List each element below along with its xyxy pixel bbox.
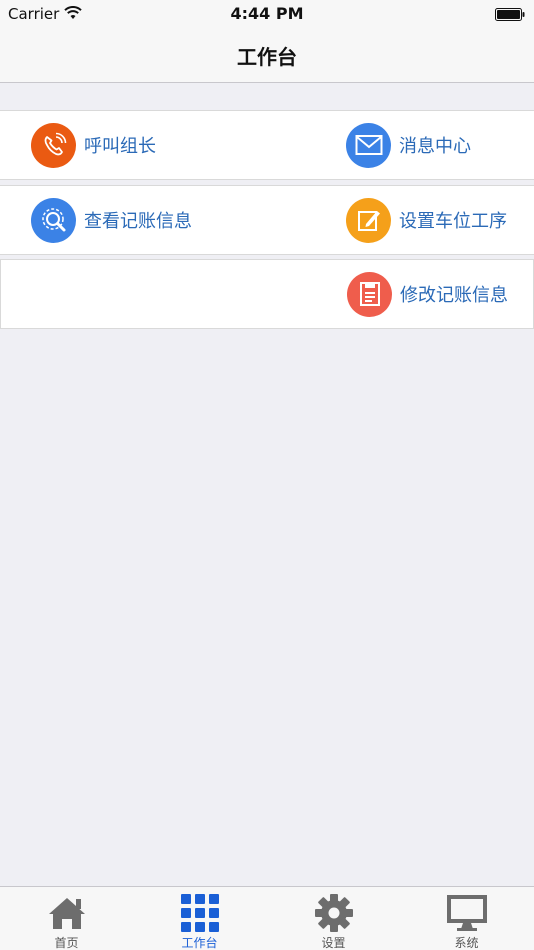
home-icon bbox=[46, 892, 88, 933]
status-time: 4:44 PM bbox=[230, 4, 304, 23]
tab-workbench-label: 工作台 bbox=[181, 936, 218, 950]
status-bar: Carrier 4:44 PM bbox=[0, 0, 534, 28]
tab-workbench[interactable]: 工作台 bbox=[133, 887, 266, 950]
grid-row: 修改记账信息 bbox=[0, 259, 534, 329]
gear-icon bbox=[313, 892, 355, 933]
tab-bar: 首页 工作台 设置 系统 bbox=[0, 886, 534, 950]
message-center-label: 消息中心 bbox=[399, 136, 471, 157]
tab-settings[interactable]: 设置 bbox=[267, 887, 400, 950]
grid-row: 呼叫组长 消息中心 bbox=[0, 110, 534, 180]
envelope-icon bbox=[346, 122, 391, 168]
page-title: 工作台 bbox=[237, 45, 297, 69]
edit-icon bbox=[346, 197, 391, 243]
grid-icon bbox=[179, 892, 221, 933]
tab-home[interactable]: 首页 bbox=[0, 887, 133, 950]
tab-system[interactable]: 系统 bbox=[400, 887, 533, 950]
edit-accounting-button[interactable]: 修改记账信息 bbox=[347, 260, 508, 328]
nav-bar: 工作台 bbox=[0, 28, 534, 83]
phone-call-icon bbox=[31, 122, 76, 168]
grid-row: 查看记账信息 设置车位工序 bbox=[0, 185, 534, 255]
search-icon bbox=[31, 197, 76, 243]
tab-system-label: 系统 bbox=[454, 936, 479, 950]
call-leader-button[interactable]: 呼叫组长 bbox=[31, 111, 156, 179]
battery-icon bbox=[495, 8, 525, 21]
set-station-process-button[interactable]: 设置车位工序 bbox=[346, 186, 507, 254]
view-accounting-button[interactable]: 查看记账信息 bbox=[31, 186, 192, 254]
tab-settings-label: 设置 bbox=[321, 936, 346, 950]
screen: Carrier 4:44 PM 工作台 呼叫组长 消息中心 查看记账信息 设置车… bbox=[0, 0, 534, 950]
edit-accounting-label: 修改记账信息 bbox=[400, 285, 508, 306]
monitor-icon bbox=[446, 892, 488, 933]
message-center-button[interactable]: 消息中心 bbox=[346, 111, 471, 179]
set-station-process-label: 设置车位工序 bbox=[399, 211, 507, 232]
view-accounting-label: 查看记账信息 bbox=[84, 211, 192, 232]
document-icon bbox=[347, 271, 392, 317]
tab-home-label: 首页 bbox=[54, 936, 79, 950]
call-leader-label: 呼叫组长 bbox=[84, 136, 156, 157]
